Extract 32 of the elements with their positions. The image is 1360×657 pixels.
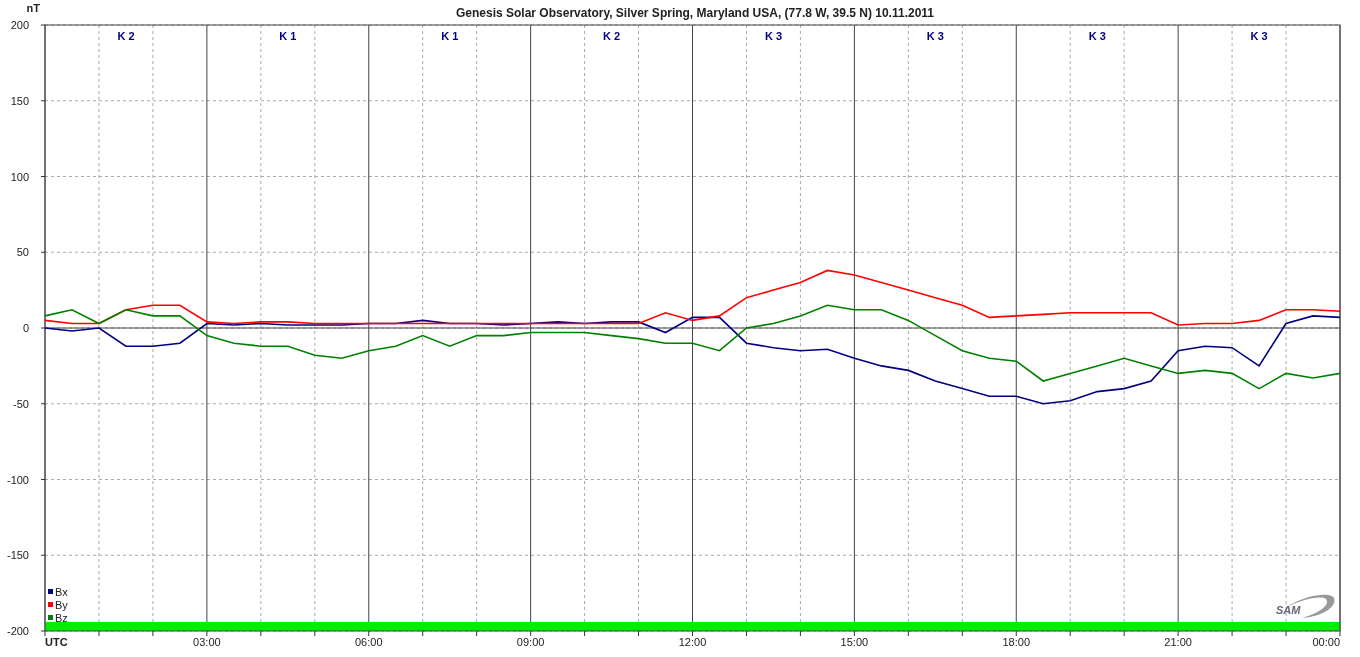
legend-label: Bx <box>55 586 68 598</box>
legend-label: Bz <box>55 612 68 624</box>
tick-label: 50 <box>16 246 29 259</box>
tick-label: -100 <box>6 473 29 486</box>
k-index-label: K 2 <box>117 30 135 42</box>
legend-label: By <box>55 599 68 611</box>
tick-label: 0 <box>22 322 29 334</box>
tick-label: 00:00 <box>1312 636 1340 648</box>
tick-label: 18:00 <box>1002 636 1030 648</box>
tick-label: -200 <box>6 625 29 637</box>
tick-label: UTC <box>45 636 68 648</box>
k-index-label: K 3 <box>1250 30 1268 42</box>
tick-label: 03:00 <box>193 636 221 648</box>
tick-label: -50 <box>13 397 29 410</box>
tick-label: 100 <box>10 170 29 183</box>
k-index-label: K 3 <box>764 30 782 42</box>
tick-label: 09:00 <box>516 636 545 648</box>
k-index-label: K 1 <box>441 30 459 42</box>
tick-label: 150 <box>10 94 29 107</box>
tick-label: 06:00 <box>355 636 383 648</box>
tick-label: 21:00 <box>1164 636 1192 648</box>
axis-label: nT <box>26 2 40 14</box>
k-index-label: K 1 <box>279 30 297 42</box>
logo-text: SAM <box>1276 604 1301 616</box>
k-index-label: K 3 <box>1088 30 1106 42</box>
tick-label: -150 <box>6 549 29 562</box>
k-index-label: K 3 <box>926 30 944 42</box>
tick-label: 200 <box>10 19 29 31</box>
k-index-label: K 2 <box>603 30 621 42</box>
chart-title: Genesis Solar Observatory, Silver Spring, Maryland USA, (77.8 W, 39.5 N) 10.11.2011 <box>456 6 934 20</box>
tick-label: 12:00 <box>678 636 707 648</box>
tick-label: 15:00 <box>840 636 869 648</box>
